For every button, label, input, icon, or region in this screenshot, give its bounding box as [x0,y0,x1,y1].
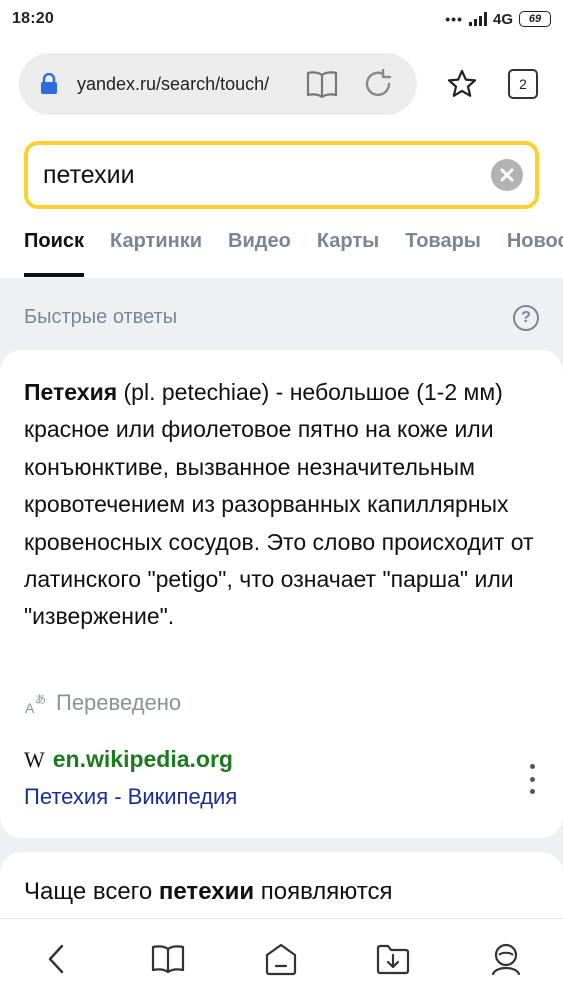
more-menu-icon[interactable] [526,764,538,794]
translate-icon: A あ [25,693,46,715]
svg-text:あ: あ [35,693,46,706]
snippet-after: появляются [254,878,393,905]
source-domain[interactable]: en.wikipedia.org [53,746,233,773]
answer-definition: (pl. petechiae) - небольшое (1-2 мм) кра… [24,379,534,630]
battery-level: 69 [528,13,542,25]
quick-answers-title: Быстрые ответы [24,306,178,328]
quick-answer-card: Петехия (pl. petechiae) - небольшое (1-2… [0,350,563,838]
wikipedia-icon: W [24,746,45,772]
lock-icon [41,73,57,94]
home-icon[interactable] [261,939,301,979]
tab-images[interactable]: Картинки [110,224,202,278]
tab-news[interactable]: Новости [507,224,563,278]
tab-maps[interactable]: Карты [317,224,379,278]
book-icon[interactable] [305,67,339,101]
result-card[interactable]: Чаще всего петехии появляются [0,852,563,918]
tabs-counter-button[interactable]: 2 [508,69,538,99]
search-tabs: Поиск Картинки Видео Карты Товары Новост… [0,224,563,278]
close-icon[interactable] [491,159,523,191]
answer-text: Петехия (pl. petechiae) - небольшое (1-2… [24,374,544,636]
answer-term: Петехия [24,379,118,405]
notification-dots-icon: ••• [445,11,463,27]
battery-icon: 69 [519,11,551,27]
download-icon[interactable] [373,939,413,979]
search-field[interactable]: петехии [24,141,539,209]
translated-label: Переведено [56,690,182,715]
tab-search[interactable]: Поиск [24,224,85,278]
bottom-toolbar [0,918,563,1000]
star-icon[interactable] [442,62,482,106]
address-bar[interactable]: yandex.ru/search/touch/ [19,53,417,115]
network-type: 4G [492,10,513,28]
help-icon[interactable]: ? [513,305,539,331]
search-input[interactable]: петехии [43,161,491,190]
profile-icon[interactable] [486,939,526,979]
source-link[interactable]: Петехия - Википедия [24,784,237,810]
url-text[interactable]: yandex.ru/search/touch/ [77,74,305,95]
tab-video[interactable]: Видео [228,224,291,278]
results-area: Быстрые ответы ? Петехия (pl. petechiae)… [0,278,563,918]
signal-icon [468,12,487,26]
tabs-count: 2 [519,76,527,92]
reload-icon[interactable] [361,67,395,101]
result-snippet: Чаще всего петехии появляются [24,878,392,906]
book-icon[interactable] [148,939,188,979]
status-time: 18:20 [12,10,54,27]
translated-note: A あ Переведено [24,690,181,716]
status-indicators: ••• 4G 69 [445,11,551,28]
source-line[interactable]: W en.wikipedia.org [24,746,233,773]
snippet-before: Чаще всего [24,878,159,905]
svg-text:A: A [25,700,35,715]
help-glyph: ? [521,309,531,326]
tab-products[interactable]: Товары [405,224,481,278]
status-bar: 18:20 ••• 4G 69 [0,0,563,38]
snippet-bold: петехии [158,878,255,905]
back-icon[interactable] [36,939,76,979]
